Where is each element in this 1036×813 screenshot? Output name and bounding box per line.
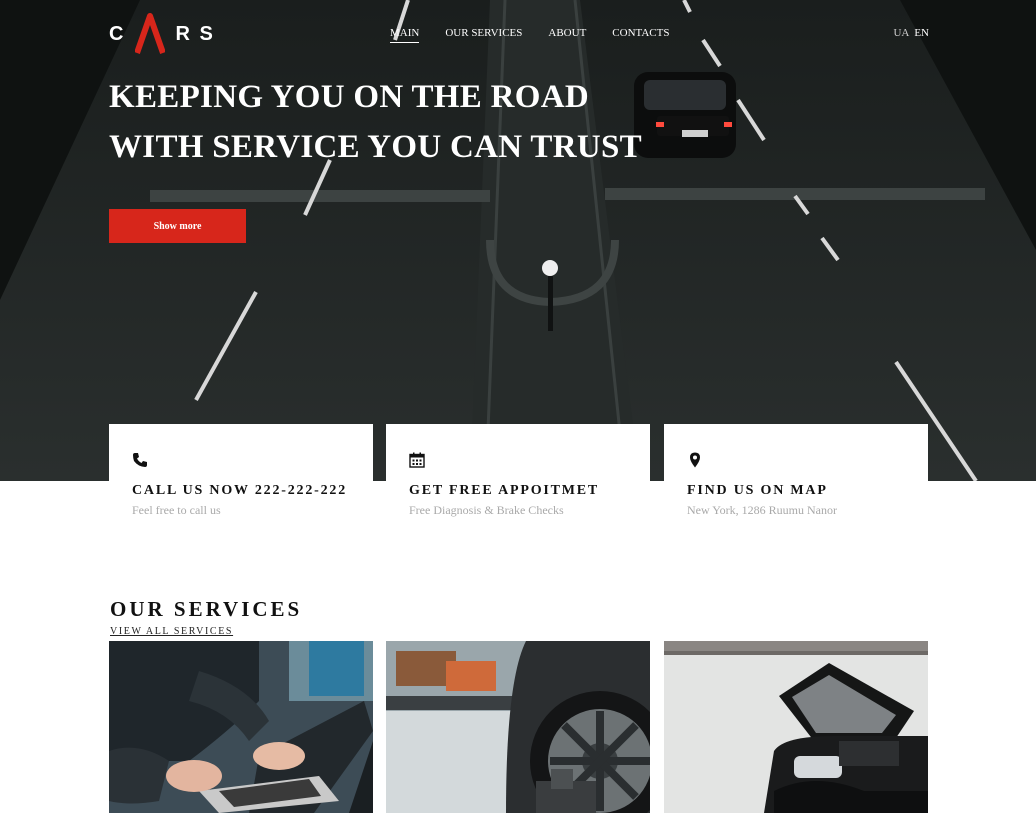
nav-item-main[interactable]: MAIN — [390, 27, 420, 43]
main-navigation: MAIN OUR SERVICES ABOUT CONTACTS — [390, 27, 695, 43]
lang-ua-link[interactable]: UA — [893, 27, 909, 39]
service-tile-engine[interactable] — [664, 641, 928, 813]
logo-letters-rs: R S — [175, 22, 215, 45]
service-tile-wheels[interactable] — [386, 641, 650, 813]
lang-en-link[interactable]: EN — [914, 27, 929, 39]
show-more-button[interactable]: Show more — [109, 209, 246, 243]
service-image-laptop — [109, 641, 373, 813]
card-subtitle: New York, 1286 Ruumu Nanor — [687, 503, 837, 517]
service-tile-diagnostics[interactable] — [109, 641, 373, 813]
calendar-icon — [409, 452, 425, 468]
logo-letter-c: C — [109, 22, 126, 45]
service-image-wheel — [386, 641, 650, 813]
services-gallery — [109, 641, 928, 813]
card-title: CALL US NOW 222-222-222 — [132, 483, 347, 498]
info-cards: CALL US NOW 222-222-222 Feel free to cal… — [109, 424, 928, 524]
hero-section: C R S MAIN OUR SERVICES ABOUT CONTACTS U… — [0, 0, 1036, 481]
nav-item-about[interactable]: ABOUT — [548, 27, 586, 43]
language-switcher: UA EN — [893, 27, 929, 39]
phone-icon — [133, 453, 147, 467]
nav-item-contacts[interactable]: CONTACTS — [612, 27, 669, 43]
hero-headline-line-2: WITH SERVICE YOU CAN TRUST — [109, 129, 642, 165]
services-section-title: OUR SERVICES — [110, 597, 303, 621]
card-title: FIND US ON MAP — [687, 483, 828, 498]
view-all-services-link[interactable]: VIEW ALL SERVICES — [110, 626, 233, 637]
hero-headline-line-1: KEEPING YOU ON THE ROAD — [109, 79, 589, 115]
card-appointment[interactable]: GET FREE APPOITMET Free Diagnosis & Brak… — [386, 424, 650, 524]
map-pin-icon — [690, 452, 700, 468]
service-image-open-hood — [664, 641, 928, 813]
card-map[interactable]: FIND US ON MAP New York, 1286 Ruumu Nano… — [664, 424, 928, 524]
nav-item-our-services[interactable]: OUR SERVICES — [445, 27, 522, 43]
card-title: GET FREE APPOITMET — [409, 483, 600, 498]
brand-logo[interactable]: C R S — [109, 13, 215, 54]
card-call-us[interactable]: CALL US NOW 222-222-222 Feel free to cal… — [109, 424, 373, 524]
logo-a-mark-icon — [135, 13, 166, 54]
card-subtitle: Free Diagnosis & Brake Checks — [409, 503, 564, 517]
card-subtitle: Feel free to call us — [132, 503, 221, 517]
hero-headline: KEEPING YOU ON THE ROAD WITH SERVICE YOU… — [109, 72, 642, 172]
